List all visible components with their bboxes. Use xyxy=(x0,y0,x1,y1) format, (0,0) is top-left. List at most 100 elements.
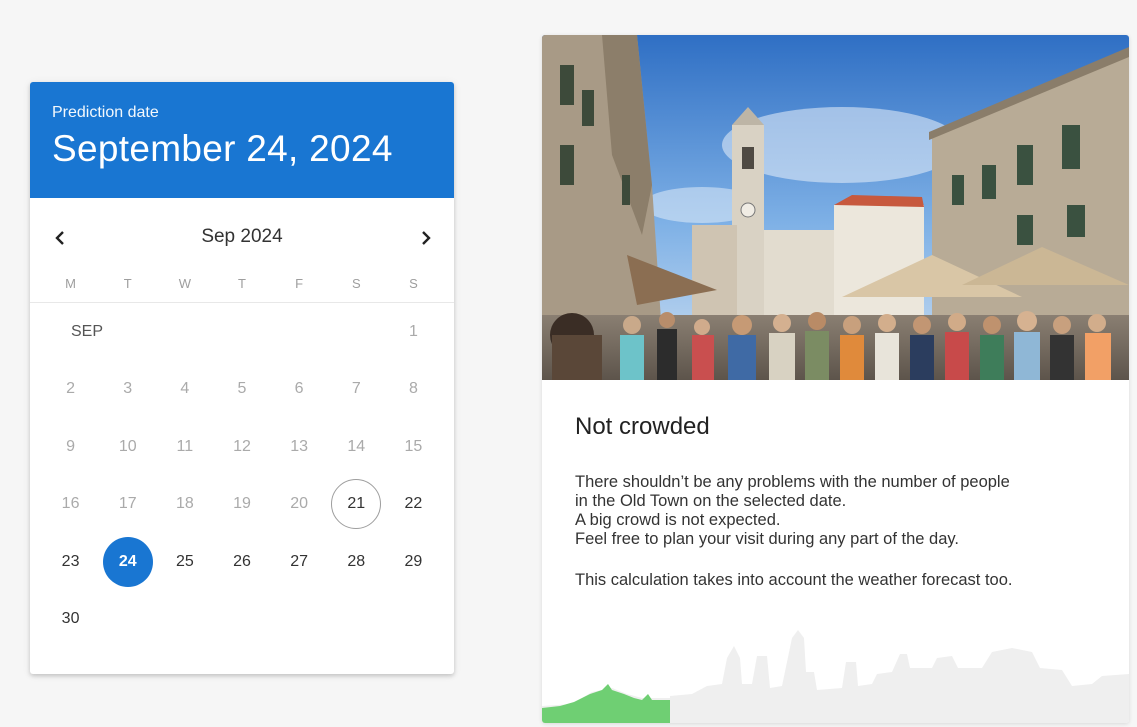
day-number: 27 xyxy=(290,552,309,570)
day-number: 13 xyxy=(290,437,309,455)
day-number: 1 xyxy=(408,322,418,340)
weekday-label: T xyxy=(238,276,246,291)
disabled-day-cell: 20 xyxy=(271,478,328,530)
disabled-day-cell: 1 xyxy=(385,306,442,358)
crowd-status-description: There shouldn’t be any problems with the… xyxy=(575,473,1105,590)
day-number: 16 xyxy=(61,495,80,513)
empty-day-cell xyxy=(213,306,270,358)
weekday-label: M xyxy=(65,276,76,291)
prediction-result-card: Not crowded There shouldn’t be any probl… xyxy=(542,35,1129,723)
day-number: 30 xyxy=(61,610,80,628)
day-cell[interactable]: 23 xyxy=(42,536,99,588)
description-line: A big crowd is not expected. xyxy=(575,511,781,529)
description-line: in the Old Town on the selected date. xyxy=(575,492,847,510)
weather-note: This calculation takes into account the … xyxy=(575,571,1013,589)
picker-header: Prediction date September 24, 2024 xyxy=(30,82,454,198)
disabled-day-cell: 10 xyxy=(99,421,156,473)
crowd-indicator xyxy=(542,684,670,723)
selected-day-cell[interactable]: 24 xyxy=(99,536,156,588)
calendar-week-row: 2 3 4 5 6 7 8 xyxy=(42,361,442,419)
disabled-day-cell: 19 xyxy=(213,478,270,530)
weekday-label: W xyxy=(178,276,191,291)
day-number: 2 xyxy=(66,380,76,398)
empty-day-cell xyxy=(156,593,213,645)
disabled-day-cell: 9 xyxy=(42,421,99,473)
disabled-day-cell: 12 xyxy=(213,421,270,473)
empty-day-cell xyxy=(328,306,385,358)
day-number: 3 xyxy=(123,380,133,398)
day-cell[interactable]: 26 xyxy=(213,536,270,588)
day-number: 5 xyxy=(237,380,247,398)
day-number: 22 xyxy=(404,495,423,513)
empty-day-cell xyxy=(271,593,328,645)
chevron-right-icon xyxy=(422,231,431,245)
calendar-grid: SEP 1 2 3 4 5 6 7 8 9 10 11 12 13 14 15 16 17 18 19 20 21 22 23… xyxy=(30,303,454,648)
day-cell[interactable]: 25 xyxy=(156,536,213,588)
weekday-header: MTWTFSS xyxy=(30,276,454,303)
day-number: 21 xyxy=(347,495,366,513)
description-line: There shouldn’t be any problems with the… xyxy=(575,473,1010,491)
day-cell[interactable]: 27 xyxy=(271,536,328,588)
weekday-label: S xyxy=(351,276,361,291)
day-number: 20 xyxy=(290,495,309,513)
crowd-status-title: Not crowded xyxy=(575,413,710,440)
disabled-day-cell: 2 xyxy=(42,363,99,415)
day-number: 14 xyxy=(347,437,366,455)
day-number: 28 xyxy=(347,552,366,570)
day-number: 19 xyxy=(233,495,251,513)
day-number: 7 xyxy=(351,380,361,398)
day-number: 24 xyxy=(118,552,137,570)
today-day-cell[interactable]: 21 xyxy=(328,478,385,530)
empty-day-cell xyxy=(42,306,99,358)
disabled-day-cell: 13 xyxy=(271,421,328,473)
calendar-week-row: 16 17 18 19 20 21 22 xyxy=(42,476,442,534)
day-cell[interactable]: 22 xyxy=(385,478,442,530)
weekday-label: F xyxy=(295,276,304,291)
day-number: 17 xyxy=(118,495,137,513)
empty-day-cell xyxy=(385,593,442,645)
day-number: 23 xyxy=(61,552,80,570)
disabled-day-cell: 8 xyxy=(385,363,442,415)
empty-day-cell xyxy=(213,593,270,645)
disabled-day-cell: 5 xyxy=(213,363,270,415)
disabled-day-cell: 18 xyxy=(156,478,213,530)
disabled-day-cell: 3 xyxy=(99,363,156,415)
day-number: 12 xyxy=(233,437,251,455)
disabled-day-cell: 11 xyxy=(156,421,213,473)
day-number: 15 xyxy=(404,437,423,455)
empty-day-cell xyxy=(156,306,213,358)
description-line: Feel free to plan your visit during any … xyxy=(575,530,959,548)
picker-subtitle: Prediction date xyxy=(52,104,159,121)
day-cell[interactable]: 29 xyxy=(385,536,442,588)
disabled-day-cell: 7 xyxy=(328,363,385,415)
day-number: 11 xyxy=(176,437,194,455)
disabled-day-cell: 15 xyxy=(385,421,442,473)
weekday-label: T xyxy=(123,276,132,291)
crowd-level-skyline xyxy=(542,630,1129,723)
selected-date-display: September 24, 2024 xyxy=(52,128,393,169)
next-month-button[interactable] xyxy=(412,224,440,252)
calendar-week-row: 23 24 25 26 27 28 29 xyxy=(42,533,442,591)
date-picker: Prediction date September 24, 2024 Sep 2… xyxy=(30,82,454,674)
day-number: 18 xyxy=(175,495,194,513)
day-number: 26 xyxy=(233,552,251,570)
disabled-day-cell: 17 xyxy=(99,478,156,530)
calendar-week-row: 30 xyxy=(42,591,442,649)
disabled-day-cell: 4 xyxy=(156,363,213,415)
current-month-label: Sep 2024 xyxy=(201,226,283,247)
day-cell[interactable]: 30 xyxy=(42,593,99,645)
month-navigation: Sep 2024 xyxy=(30,198,454,276)
empty-day-cell xyxy=(328,593,385,645)
calendar-week-row: SEP 1 xyxy=(42,303,442,361)
day-number: 6 xyxy=(294,380,304,398)
weekday-label: S xyxy=(409,276,418,291)
day-number: 29 xyxy=(404,552,423,570)
disabled-day-cell: 14 xyxy=(328,421,385,473)
disabled-day-cell: 6 xyxy=(271,363,328,415)
day-number: 25 xyxy=(175,552,194,570)
disabled-day-cell: 16 xyxy=(42,478,99,530)
empty-day-cell xyxy=(99,306,156,358)
day-number: 10 xyxy=(118,437,137,455)
day-number: 4 xyxy=(180,380,190,398)
day-cell[interactable]: 28 xyxy=(328,536,385,588)
